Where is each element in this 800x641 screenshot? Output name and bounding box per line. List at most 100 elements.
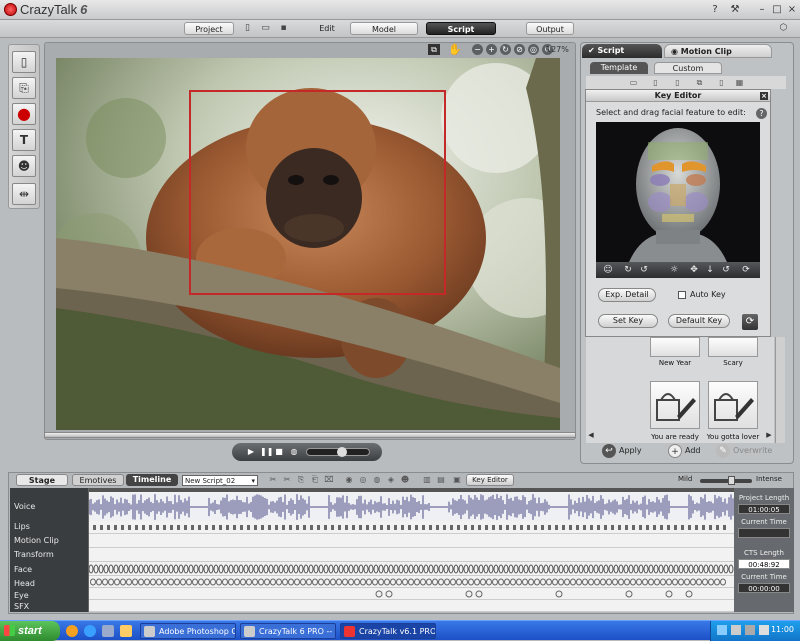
set-key-button[interactable]: Set Key xyxy=(598,314,658,328)
add-button[interactable]: + Add xyxy=(668,444,701,458)
checkbox-icon[interactable] xyxy=(678,290,686,299)
toolbar-icon[interactable]: ⌧ xyxy=(324,475,334,485)
head-track[interactable] xyxy=(89,576,735,588)
voice-waveform[interactable] xyxy=(88,493,735,521)
timeline-ruler[interactable] xyxy=(89,488,735,492)
folder-icon[interactable]: ▭ xyxy=(628,77,639,88)
speaker-icon[interactable]: ◍ xyxy=(289,447,299,457)
tray-icon[interactable] xyxy=(731,625,741,635)
taskbar-item-crazytalk[interactable]: CrazyTalk v6.1 PRO xyxy=(340,623,436,639)
new-page-icon[interactable]: ▯ xyxy=(12,51,36,73)
toolbar-icon[interactable]: ▥ xyxy=(422,475,432,485)
desktop-icon[interactable] xyxy=(102,625,114,637)
eye-track[interactable] xyxy=(89,588,735,600)
tab-output[interactable]: Output xyxy=(526,22,574,35)
reset-icon[interactable]: ↺ xyxy=(638,264,650,276)
auto-key-checkbox[interactable]: Auto Key xyxy=(678,290,726,299)
close-icon[interactable]: × xyxy=(760,92,768,100)
face-bounding-box[interactable] xyxy=(189,90,446,295)
script-select[interactable]: New Script_02 ▾ xyxy=(182,475,258,486)
tab-custom[interactable]: Custom xyxy=(654,62,722,74)
sfx-track[interactable] xyxy=(89,600,735,612)
zoom-in-icon[interactable]: + xyxy=(486,44,497,55)
help-button[interactable]: ? xyxy=(708,3,722,16)
save-icon[interactable]: ▪ xyxy=(278,23,289,34)
doc-icon[interactable]: ▯ xyxy=(672,77,683,88)
volume-knob[interactable] xyxy=(337,447,347,457)
exp-detail-button[interactable]: Exp. Detail xyxy=(598,288,656,302)
maximize-button[interactable]: □ xyxy=(770,3,784,16)
close-button[interactable]: × xyxy=(785,3,799,16)
template-thumb[interactable] xyxy=(650,381,700,429)
tab-timeline[interactable]: Timeline xyxy=(126,474,178,486)
no-entry-icon[interactable]: ⊘ xyxy=(514,44,525,55)
tools-button[interactable]: ⚒ xyxy=(728,3,742,16)
doc-icon[interactable]: ▯ xyxy=(716,77,727,88)
tab-script[interactable]: Script xyxy=(426,22,496,35)
frame-icon[interactable]: ⧉ xyxy=(428,44,440,55)
face-icon[interactable]: ☻ xyxy=(12,155,36,177)
toolbar-icon[interactable]: ◎ xyxy=(358,475,368,485)
motion-clip-track[interactable] xyxy=(89,534,735,548)
toolbar-icon[interactable]: ◈ xyxy=(386,475,396,485)
new-file-icon[interactable]: ▯ xyxy=(242,23,253,34)
down-arrow-icon[interactable]: ↓ xyxy=(704,264,716,276)
key-editor-button[interactable]: Key Editor xyxy=(466,474,514,486)
folder-icon[interactable] xyxy=(120,625,132,637)
toolbar-icon[interactable]: ▤ xyxy=(436,475,446,485)
grid-icon[interactable]: ▦ xyxy=(734,77,745,88)
template-thumb[interactable] xyxy=(650,337,700,357)
tab-script-panel[interactable]: ✔ Script xyxy=(582,44,662,58)
volume-slider[interactable] xyxy=(306,447,370,457)
mirror-icon[interactable]: ⇹ xyxy=(12,183,36,205)
ie-icon[interactable] xyxy=(84,625,96,637)
face-target-icon[interactable]: ☼ xyxy=(668,264,680,276)
rotate-icon[interactable]: ↻ xyxy=(622,264,634,276)
refresh-icon[interactable]: ⟳ xyxy=(742,314,758,330)
tab-motion-clip[interactable]: ◉ Motion Clip xyxy=(664,44,772,58)
toolbar-icon[interactable]: ⎗ xyxy=(310,475,320,485)
copy-icon[interactable]: ⧉ xyxy=(694,77,705,88)
timeline-tracks[interactable] xyxy=(88,488,735,612)
help-icon[interactable]: ? xyxy=(756,108,767,119)
reset-icon[interactable]: ↺ xyxy=(720,264,732,276)
minimize-button[interactable]: – xyxy=(755,3,769,16)
taskbar-item-crazytalk-project[interactable]: CrazyTalk 6 PRO -- C... xyxy=(240,623,336,639)
fit-icon[interactable]: ◎ xyxy=(528,44,539,55)
refresh-icon[interactable]: ⟳ xyxy=(740,264,752,276)
browser-icon[interactable] xyxy=(66,625,78,637)
arrow-right-icon[interactable]: ▶ xyxy=(764,430,774,440)
play-icon[interactable]: ▶ xyxy=(246,447,256,457)
tab-stage[interactable]: Stage xyxy=(16,474,68,486)
import-icon[interactable]: ⎘ xyxy=(12,77,36,99)
tab-template[interactable]: Template xyxy=(590,62,648,74)
toolbar-icon[interactable]: ☻ xyxy=(400,475,410,485)
text-icon[interactable]: T xyxy=(12,129,36,151)
template-scrollbar[interactable] xyxy=(775,337,785,443)
apply-button[interactable]: ↩ Apply xyxy=(602,444,642,458)
rotate-icon[interactable]: ↻ xyxy=(500,44,511,55)
toolbar-icon[interactable]: ⎘ xyxy=(296,475,306,485)
face-model-view[interactable] xyxy=(596,122,760,270)
overwrite-button[interactable]: ✎ Overwrite xyxy=(716,444,772,458)
stop-icon[interactable]: ■ xyxy=(274,447,284,457)
hand-icon[interactable]: ✋ xyxy=(448,43,462,56)
playback-scrubber[interactable] xyxy=(44,432,576,438)
template-thumb[interactable] xyxy=(708,337,758,357)
toolbar-icon[interactable]: ✂ xyxy=(268,475,278,485)
tab-edit[interactable]: Edit xyxy=(312,22,342,35)
camera-icon[interactable]: ▣ xyxy=(452,475,462,485)
lips-track[interactable] xyxy=(89,522,735,534)
pause-icon[interactable]: ❚❚ xyxy=(260,447,273,457)
tab-model[interactable]: Model xyxy=(350,22,418,35)
transform-track[interactable] xyxy=(89,548,735,562)
arrow-left-icon[interactable]: ◀ xyxy=(586,430,596,440)
head-icon[interactable]: ☺ xyxy=(602,264,614,276)
open-folder-icon[interactable]: ▭ xyxy=(260,23,271,34)
slider-knob[interactable] xyxy=(727,476,735,485)
zoom-out-icon[interactable]: − xyxy=(472,44,483,55)
default-key-button[interactable]: Default Key xyxy=(668,314,730,328)
toolbar-icon[interactable]: ◍ xyxy=(372,475,382,485)
tab-project[interactable]: Project xyxy=(184,22,234,35)
cube-icon[interactable]: ⬡ xyxy=(778,23,789,34)
